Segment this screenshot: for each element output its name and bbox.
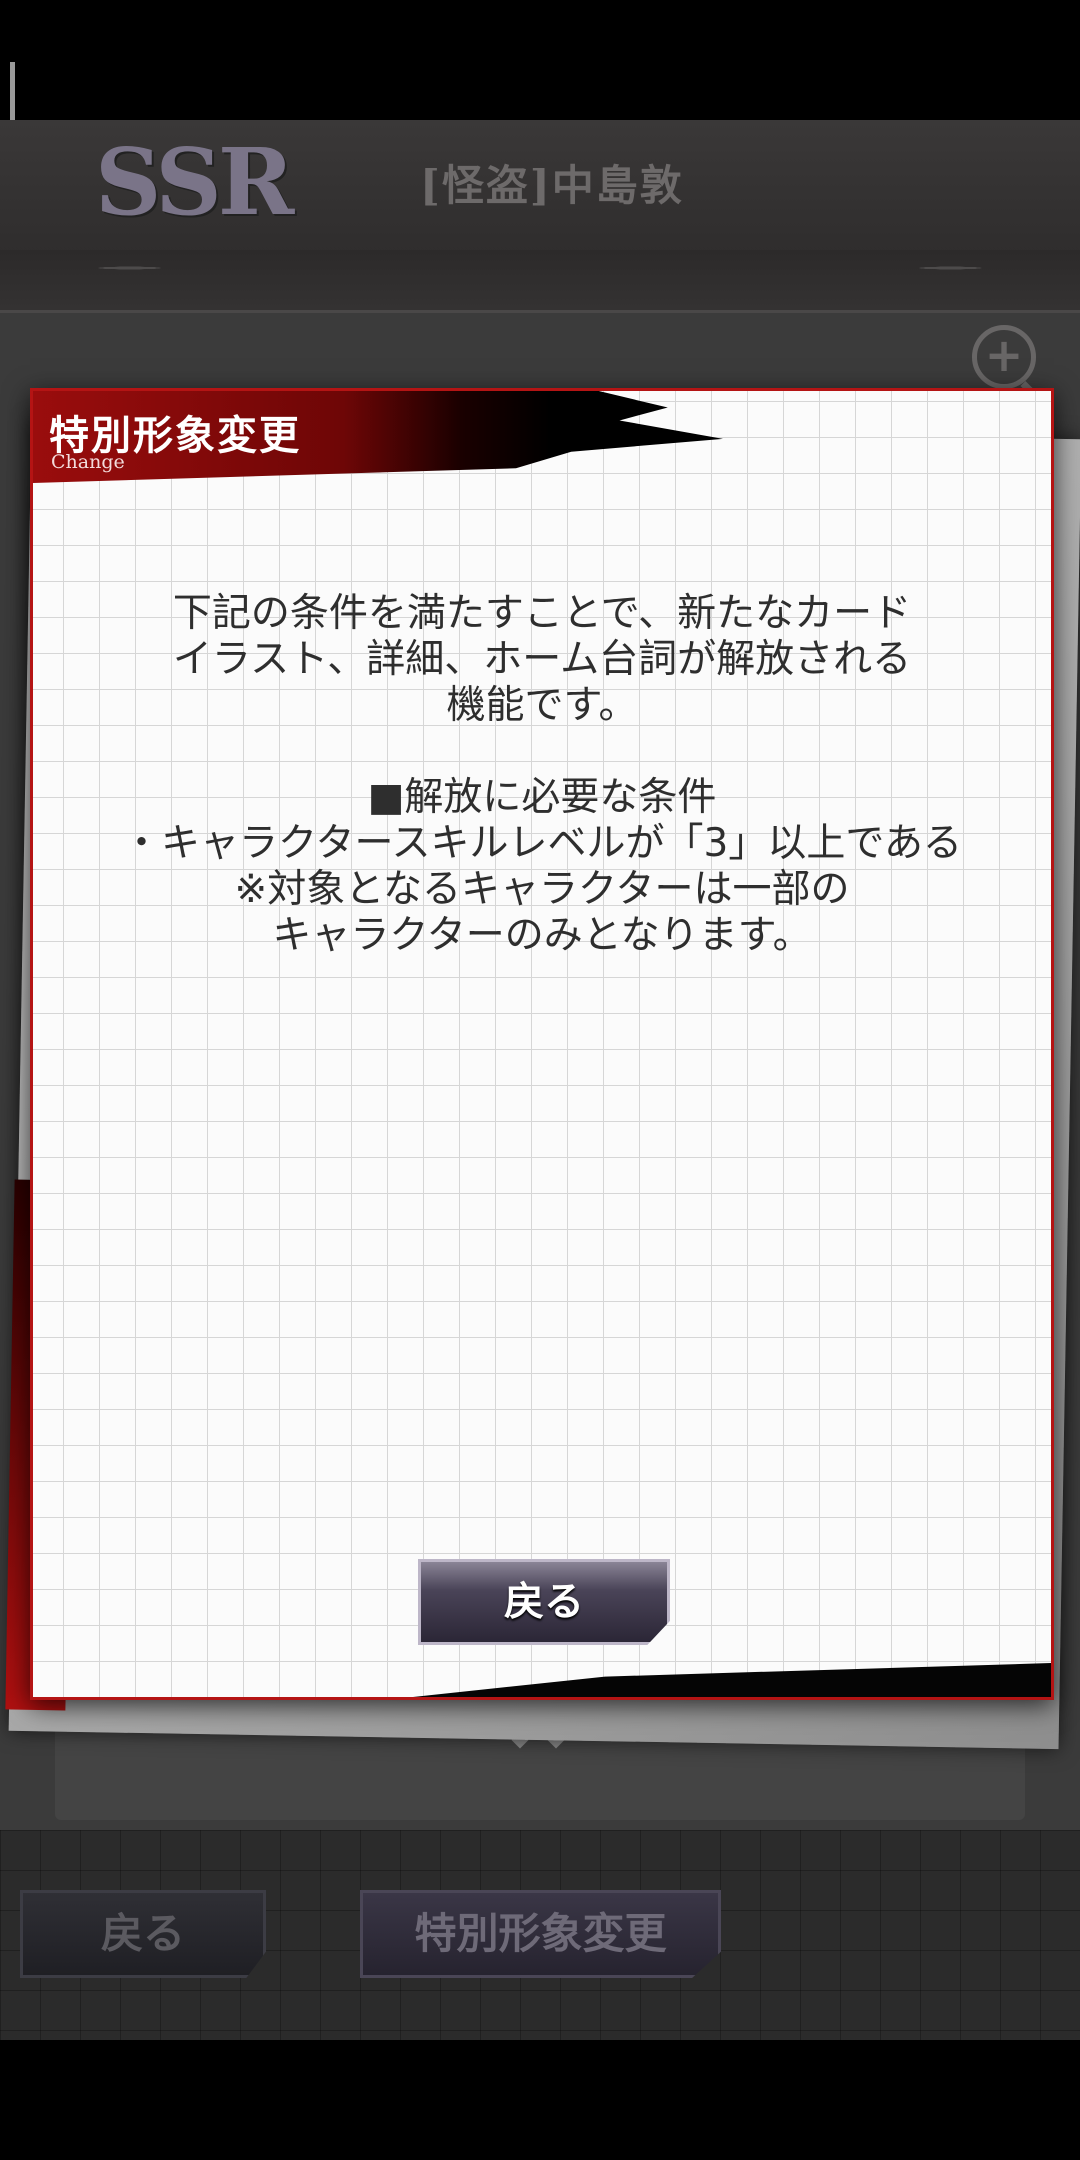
brush-stroke: [413, 1663, 1051, 1697]
zoom-in-icon[interactable]: +: [972, 325, 1036, 389]
condition-note: キャラクターのみとなります。: [272, 913, 812, 958]
special-change-dialog: 特別形象変更 Change 下記の条件を満たすことで、新たなカード イラスト、詳…: [30, 388, 1054, 1700]
dialog-back-button[interactable]: 戻る: [418, 1559, 670, 1645]
dialog-body: 下記の条件を満たすことで、新たなカード イラスト、詳細、ホーム台詞が解放される …: [33, 591, 1051, 959]
footer-change-label: 特別形象変更: [414, 1909, 667, 1958]
footer-back-button[interactable]: 戻る: [20, 1890, 266, 1978]
dialog-subtitle: Change: [51, 451, 125, 473]
app-screen: SSR [怪盗]中島敦 + 戻る 特別形象変更 特別形象変更 Change 下記…: [0, 0, 1080, 2160]
condition-line: ・キャラクタースキルレベルが「3」以上である: [122, 821, 962, 866]
footer-back-label: 戻る: [100, 1909, 185, 1958]
footer-change-button[interactable]: 特別形象変更: [360, 1890, 721, 1978]
navigation-bar-area: [0, 2040, 1080, 2160]
card-name: [怪盗]中島敦: [420, 161, 684, 210]
rarity-label: SSR: [95, 128, 294, 236]
status-bar: [0, 0, 1080, 150]
condition-heading: ■解放に必要な条件: [367, 775, 717, 820]
condition-note: ※対象となるキャラクターは一部の: [234, 867, 850, 912]
description-line: イラスト、詳細、ホーム台詞が解放される: [172, 637, 912, 682]
description-line: 下記の条件を満たすことで、新たなカード: [172, 591, 912, 636]
dialog-back-label: 戻る: [504, 1579, 584, 1625]
header-ornament: [0, 250, 1080, 313]
description-line: 機能です。: [446, 683, 638, 728]
